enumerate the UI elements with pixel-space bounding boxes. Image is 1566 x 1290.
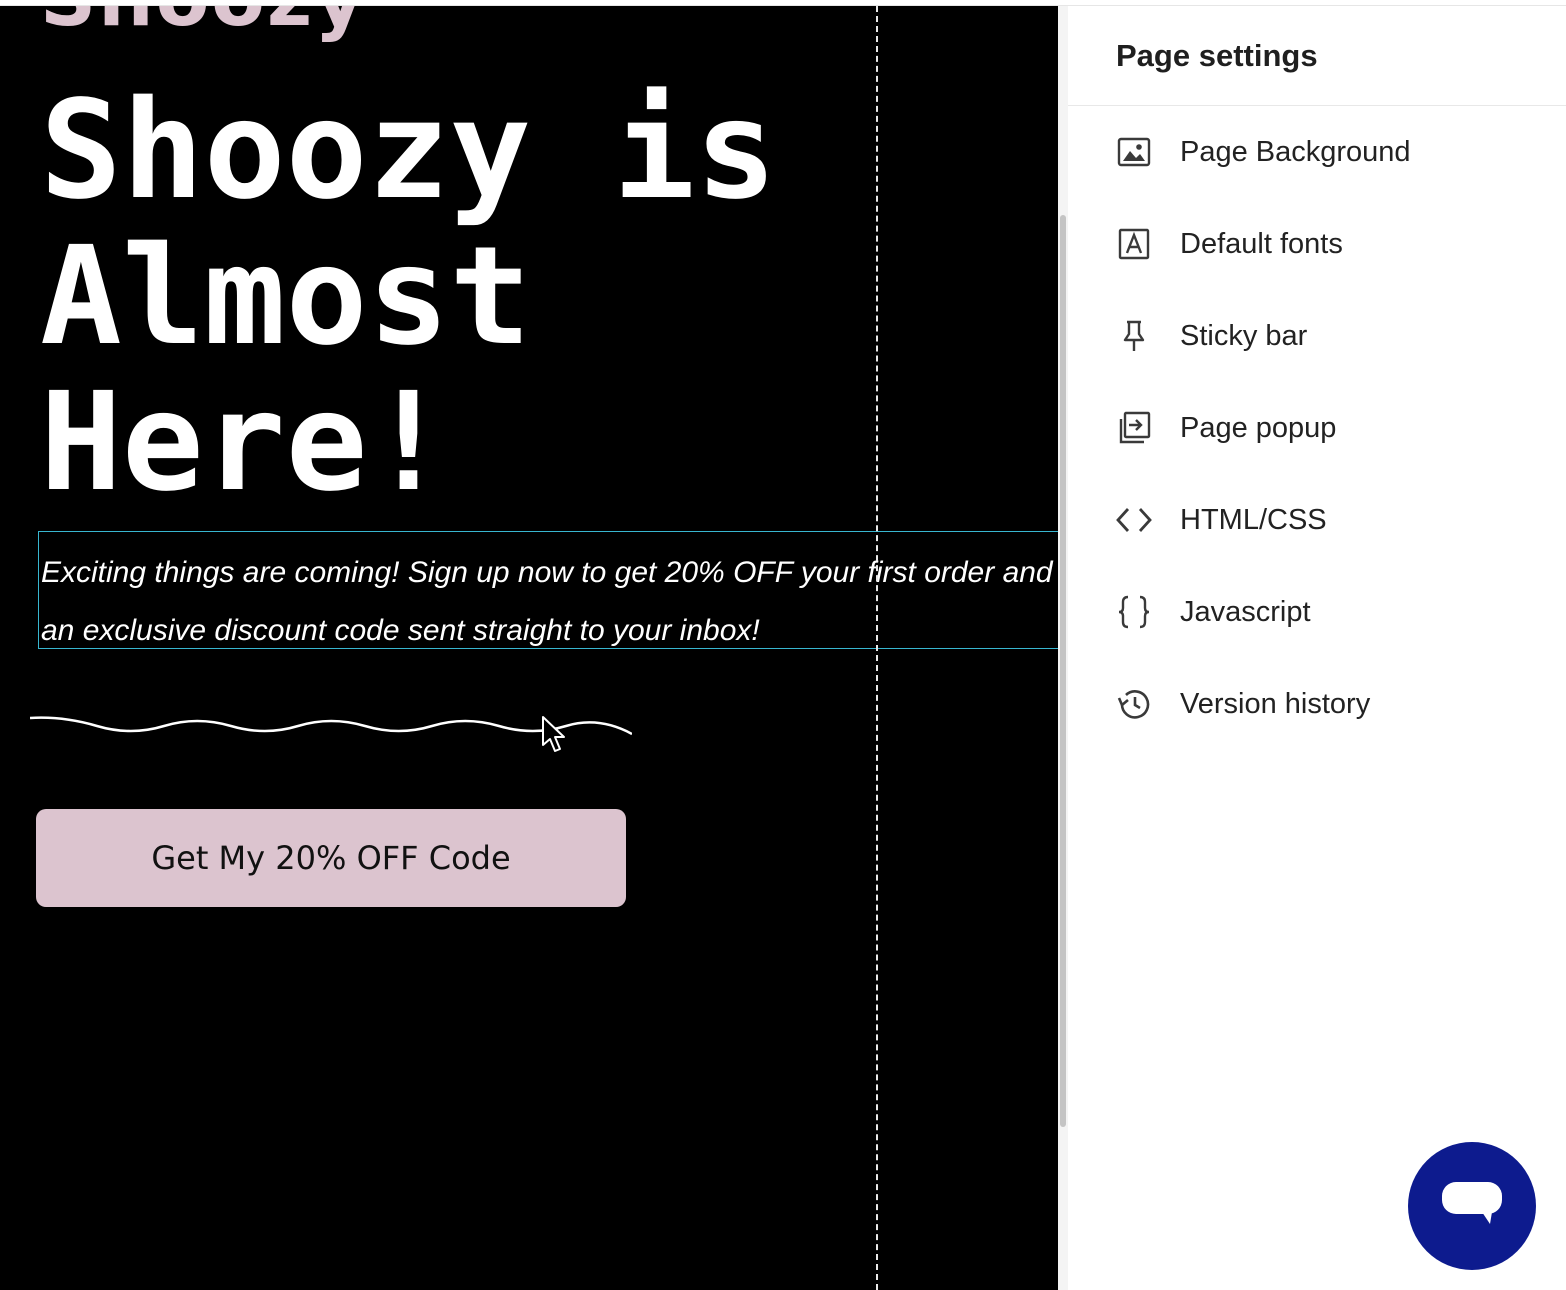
top-border (0, 0, 1566, 6)
hero-subtext[interactable]: Exciting things are coming! Sign up now … (39, 532, 1058, 660)
settings-menu: Page Background Default fonts Sticky bar… (1116, 106, 1411, 750)
menu-item-javascript[interactable]: Javascript (1116, 566, 1411, 658)
editor-canvas[interactable]: Shoozy Shoozy is Almost Here! Exciting t… (0, 6, 1058, 1290)
hero-headline[interactable]: Shoozy is Almost Here! (40, 78, 880, 516)
mouse-cursor-icon (542, 716, 565, 752)
menu-item-label: Page popup (1180, 411, 1337, 444)
chat-bubble-icon (1442, 1182, 1502, 1224)
center-guide-line (876, 6, 878, 1290)
menu-item-version-history[interactable]: Version history (1116, 658, 1411, 750)
selected-text-block[interactable]: Exciting things are coming! Sign up now … (38, 531, 1058, 649)
font-icon (1116, 226, 1152, 262)
chat-support-button[interactable] (1408, 1142, 1536, 1270)
menu-item-label: Page Background (1180, 135, 1411, 168)
popup-icon (1116, 410, 1152, 446)
canvas-scrollbar-thumb[interactable] (1060, 215, 1066, 1127)
braces-icon (1116, 594, 1152, 630)
menu-item-label: Javascript (1180, 595, 1311, 628)
menu-item-page-background[interactable]: Page Background (1116, 106, 1411, 198)
menu-item-label: HTML/CSS (1180, 503, 1327, 536)
get-discount-button[interactable]: Get My 20% OFF Code (36, 809, 626, 907)
menu-item-html-css[interactable]: HTML/CSS (1116, 474, 1411, 566)
panel-header: Page settings (1068, 6, 1566, 106)
menu-item-sticky-bar[interactable]: Sticky bar (1116, 290, 1411, 382)
panel-title: Page settings (1116, 37, 1318, 73)
menu-item-page-popup[interactable]: Page popup (1116, 382, 1411, 474)
history-icon (1116, 686, 1152, 722)
brand-logo: Shoozy (40, 6, 367, 44)
pin-icon (1116, 318, 1152, 354)
menu-item-label: Sticky bar (1180, 319, 1308, 352)
code-icon (1116, 502, 1152, 538)
menu-item-label: Default fonts (1180, 227, 1343, 260)
page-settings-panel: Page settings Page Background Default fo… (1068, 6, 1566, 1290)
menu-item-default-fonts[interactable]: Default fonts (1116, 198, 1411, 290)
image-icon (1116, 134, 1152, 170)
menu-item-label: Version history (1180, 687, 1371, 720)
